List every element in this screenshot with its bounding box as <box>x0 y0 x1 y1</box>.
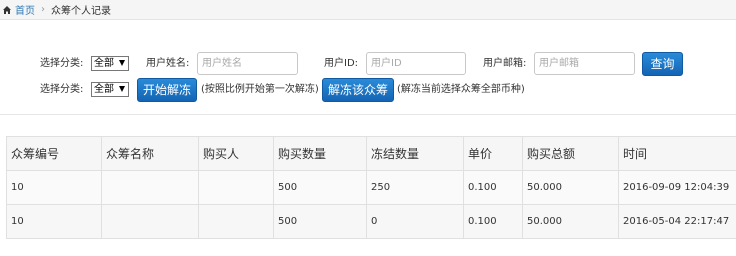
column-header: 众筹编号 <box>6 136 102 171</box>
table-cell: 50.000 <box>522 204 619 239</box>
name-label: 用户姓名: <box>146 58 190 69</box>
search-button[interactable]: 查询 <box>642 52 683 76</box>
column-header: 单价 <box>463 136 523 171</box>
table-cell: 500 <box>273 204 367 239</box>
records-table: 众筹编号 众筹名称 购买人 购买数量 冻结数量 单价 购买总额 时间 10 50… <box>6 136 736 239</box>
unfreeze-crowdfund-hint: (解冻当前选择众筹全部币种) <box>397 84 525 95</box>
column-header: 购买人 <box>198 136 274 171</box>
id-label: 用户ID: <box>324 58 359 69</box>
breadcrumb-current: 众筹个人记录 <box>51 6 111 17</box>
breadcrumb: 首页 › 众筹个人记录 <box>0 0 736 20</box>
unfreeze-crowdfund-button[interactable]: 解冻该众筹 <box>322 78 394 102</box>
table-cell: 10 <box>6 170 102 205</box>
table-row: 10 500 250 0.100 50.000 2016-09-09 12:04… <box>6 170 736 205</box>
table-cell: 50.000 <box>522 170 619 205</box>
filter-row-search: 选择分类: 全部 用户姓名: 用户姓名 用户ID: 用户ID 用户邮箱: 用户邮… <box>0 52 736 76</box>
filter-row-unfreeze: 选择分类: 全部 开始解冻 (按照比例开始第一次解冻) 解冻该众筹 (解冻当前选… <box>0 78 736 102</box>
category-select-value: 全部 <box>94 58 114 69</box>
category-select-value-2: 全部 <box>94 84 114 95</box>
breadcrumb-separator-icon: › <box>41 4 45 15</box>
category-label-2: 选择分类: <box>40 84 84 95</box>
table-cell <box>101 204 199 239</box>
column-header: 冻结数量 <box>366 136 464 171</box>
table-cell: 250 <box>366 170 464 205</box>
email-input[interactable]: 用户邮箱 <box>534 52 635 75</box>
dropdown-arrow-icon <box>119 86 125 92</box>
section-divider <box>0 114 736 115</box>
table-cell <box>198 170 274 205</box>
table-cell: 10 <box>6 204 102 239</box>
id-input[interactable]: 用户ID <box>366 52 466 75</box>
home-icon <box>3 5 11 14</box>
table-cell: 2016-05-04 22:17:47 <box>618 204 736 239</box>
start-unfreeze-hint: (按照比例开始第一次解冻) <box>201 84 319 95</box>
table-cell <box>198 204 274 239</box>
table-cell: 0 <box>366 204 464 239</box>
table-cell: 2016-09-09 12:04:39 <box>618 170 736 205</box>
email-label: 用户邮箱: <box>483 58 527 69</box>
dropdown-arrow-icon <box>119 60 125 66</box>
column-header: 购买数量 <box>273 136 367 171</box>
breadcrumb-home-link[interactable]: 首页 <box>15 2 35 17</box>
table-cell: 0.100 <box>463 204 523 239</box>
table-cell: 500 <box>273 170 367 205</box>
start-unfreeze-button[interactable]: 开始解冻 <box>137 78 197 102</box>
category-label: 选择分类: <box>40 58 84 69</box>
column-header: 购买总额 <box>522 136 619 171</box>
category-select-2[interactable]: 全部 <box>91 82 129 97</box>
column-header: 时间 <box>618 136 736 171</box>
table-row: 10 500 0 0.100 50.000 2016-05-04 22:17:4… <box>6 204 736 239</box>
category-select[interactable]: 全部 <box>91 56 129 71</box>
table-cell: 0.100 <box>463 170 523 205</box>
table-header-row: 众筹编号 众筹名称 购买人 购买数量 冻结数量 单价 购买总额 时间 <box>6 136 736 171</box>
column-header: 众筹名称 <box>101 136 199 171</box>
name-input[interactable]: 用户姓名 <box>197 52 298 75</box>
table-cell <box>101 170 199 205</box>
